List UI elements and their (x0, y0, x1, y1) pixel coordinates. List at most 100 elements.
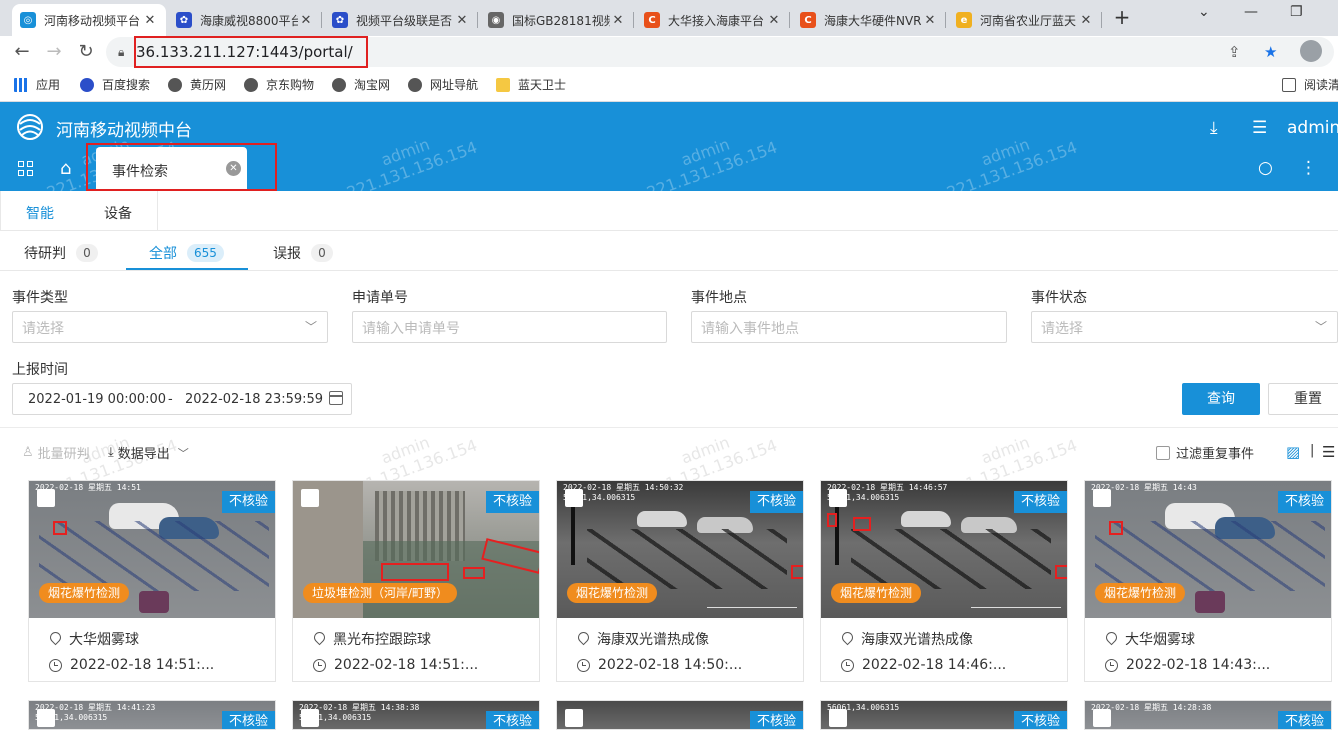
user-name[interactable]: admin (1287, 118, 1338, 138)
favicon-icon: ✿ (332, 12, 348, 28)
menu-icon[interactable]: ☰ (1252, 118, 1267, 138)
detection-box (827, 513, 837, 527)
select-checkbox[interactable] (565, 489, 583, 507)
event-card[interactable]: 56061,34.006315 不核验 (820, 700, 1068, 730)
more-icon[interactable]: ⋮ (1300, 158, 1317, 178)
home-icon[interactable]: ⌂ (60, 158, 71, 179)
select-checkbox[interactable] (1093, 489, 1111, 507)
forward-icon[interactable]: → (42, 40, 66, 64)
event-snapshot[interactable]: 不核验 垃圾堆检测（河岸/町野） (293, 481, 539, 618)
dedupe-checkbox[interactable] (1156, 445, 1170, 460)
reset-button[interactable]: 重置 (1268, 383, 1338, 415)
tab-separator (477, 12, 478, 28)
close-tab-icon[interactable]: ✕ (454, 13, 470, 28)
close-tab-icon[interactable]: ✕ (922, 13, 938, 28)
tab-false-alarm[interactable]: 误报 0 (273, 243, 333, 263)
list-view-icon[interactable]: ☰ (1322, 443, 1335, 461)
new-tab-button[interactable]: + (1108, 4, 1136, 32)
event-card[interactable]: 2022-02-18 星期五 14:38:38 56061,34.006315 不… (292, 700, 540, 730)
event-card[interactable]: 2022-02-18 星期五 14:41:23 56061,34.006315 不… (28, 700, 276, 730)
batch-review-button[interactable]: ♙ 批量研判 (22, 443, 90, 462)
select-checkbox[interactable] (37, 489, 55, 507)
select-checkbox[interactable] (565, 709, 583, 727)
select-checkbox[interactable] (37, 709, 55, 727)
tab-all[interactable]: 全部 655 (149, 243, 224, 263)
query-button[interactable]: 查询 (1182, 383, 1260, 415)
event-snapshot[interactable]: 2022-02-18 星期五 14:50:32 56061,34.006315 不… (557, 481, 803, 618)
browser-tab[interactable]: C 大华接入海康平台 ✕ (636, 4, 790, 36)
tab-pending[interactable]: 待研判 0 (24, 243, 98, 263)
bookmark-item[interactable]: 京东购物 (244, 76, 314, 93)
event-card[interactable]: 2022-02-18 星期五 14:51 不核验 烟花爆竹检测 大华烟雾球 2022-0… (28, 480, 276, 682)
status-select[interactable]: 请选择 ﹀ (1031, 311, 1338, 343)
bookmark-item[interactable]: 百度搜索 (80, 76, 150, 93)
event-card[interactable]: 不核验 (556, 700, 804, 730)
browser-tab-title: 大华接入海康平台 (668, 13, 765, 28)
location-pin-icon (577, 632, 589, 646)
bookmark-item[interactable]: 网址导航 (408, 76, 478, 93)
event-card[interactable]: 2022-02-18 星期五 14:43 不核验 烟花爆竹检测 大华烟雾球 2022-0… (1084, 480, 1332, 682)
close-tab-icon[interactable]: ✕ (610, 13, 626, 28)
event-type-select[interactable]: 请选择 ﹀ (12, 311, 328, 343)
search-icon[interactable]: ○ (1258, 158, 1273, 178)
select-checkbox[interactable] (1093, 709, 1111, 727)
browser-tab[interactable]: C 海康大华硬件NVR ✕ (792, 4, 946, 36)
favicon-icon: C (644, 12, 660, 28)
event-card[interactable]: 2022-02-18 星期五 14:46:57 56061,34.006315 不… (820, 480, 1068, 682)
select-checkbox[interactable] (829, 489, 847, 507)
event-snapshot[interactable]: 2022-02-18 星期五 14:43 不核验 烟花爆竹检测 (1085, 481, 1331, 618)
restore-icon[interactable]: ❐ (1290, 4, 1303, 20)
event-location-text: 黑光布控跟踪球 (333, 632, 431, 648)
bookmark-item[interactable]: 淘宝网 (332, 76, 390, 93)
close-tab-icon[interactable]: ✕ (766, 13, 782, 28)
close-tab-icon[interactable]: ✕ (142, 13, 158, 28)
reading-list[interactable]: 阅读清 (1282, 76, 1338, 93)
apps-grid-icon[interactable] (18, 161, 34, 177)
favicon-icon: ✿ (176, 12, 192, 28)
status-label: 事件状态 (1031, 290, 1087, 306)
subnav-intelligent[interactable]: 智能 (26, 203, 54, 223)
close-tab-icon[interactable]: ✕ (1078, 13, 1094, 28)
event-card[interactable]: 2022-02-18 星期五 14:28:38 不核验 (1084, 700, 1332, 730)
bookmark-icon (408, 77, 422, 92)
dedupe-filter[interactable]: 过滤重复事件 (1156, 443, 1254, 462)
minimize-icon[interactable]: — (1244, 4, 1258, 20)
subnav-device[interactable]: 设备 (104, 203, 132, 223)
back-icon[interactable]: ← (10, 40, 34, 64)
download-icon[interactable]: ⤓ (1210, 118, 1218, 138)
share-icon[interactable]: ⇪ (1228, 43, 1241, 61)
browser-tab[interactable]: ◎ 河南移动视频平台 ✕ (12, 4, 166, 36)
chevron-down-icon: ﹀ (304, 320, 317, 334)
close-tab-icon[interactable]: ✕ (298, 13, 314, 28)
bookmark-item[interactable]: 应用 (14, 76, 60, 93)
browser-tab-title: 国标GB28181视频 (512, 13, 610, 28)
bookmark-item[interactable]: 蓝天卫士 (496, 76, 566, 93)
event-snapshot[interactable]: 2022-02-18 星期五 14:51 不核验 烟花爆竹检测 (29, 481, 275, 618)
location-pin-icon (841, 632, 853, 646)
tab-search-icon[interactable]: ⌄ (1198, 4, 1210, 20)
bookmark-item[interactable]: 黄历网 (168, 76, 226, 93)
reload-icon[interactable]: ↻ (74, 40, 98, 64)
report-time-range-picker[interactable]: 2022-01-19 00:00:00 - 2022-02-18 23:59:5… (12, 383, 352, 415)
event-card[interactable]: 不核验 垃圾堆检测（河岸/町野） 黑光布控跟踪球 2022-02-18 14:51:.… (292, 480, 540, 682)
image-view-icon[interactable]: ▨ (1286, 443, 1300, 461)
browser-tab[interactable]: ◉ 国标GB28181视频 ✕ (480, 4, 634, 36)
select-checkbox[interactable] (301, 709, 319, 727)
event-card[interactable]: 2022-02-18 星期五 14:50:32 56061,34.006315 不… (556, 480, 804, 682)
select-checkbox[interactable] (301, 489, 319, 507)
end-date[interactable]: 2022-02-18 23:59:59 (185, 392, 323, 407)
location-input[interactable]: 请输入事件地点 (691, 311, 1007, 343)
browser-tab[interactable]: ✿ 海康威视8800平台 ✕ (168, 4, 322, 36)
profile-avatar-icon[interactable] (1300, 40, 1322, 62)
request-no-input[interactable]: 请输入申请单号 (352, 311, 667, 343)
bookmark-star-icon[interactable]: ★ (1264, 43, 1277, 61)
start-date[interactable]: 2022-01-19 00:00:00 (28, 392, 166, 407)
select-checkbox[interactable] (829, 709, 847, 727)
calendar-icon[interactable] (329, 391, 343, 405)
browser-tab[interactable]: e 河南省农业厅蓝天 ✕ (948, 4, 1102, 36)
clock-icon (577, 658, 590, 672)
event-location: 黑光布控跟踪球 (313, 629, 431, 649)
browser-tab[interactable]: ✿ 视频平台级联是否 ✕ (324, 4, 478, 36)
event-snapshot[interactable]: 2022-02-18 星期五 14:46:57 56061,34.006315 不… (821, 481, 1067, 618)
export-button[interactable]: ⤓ 数据导出 ﹀ (108, 443, 189, 462)
